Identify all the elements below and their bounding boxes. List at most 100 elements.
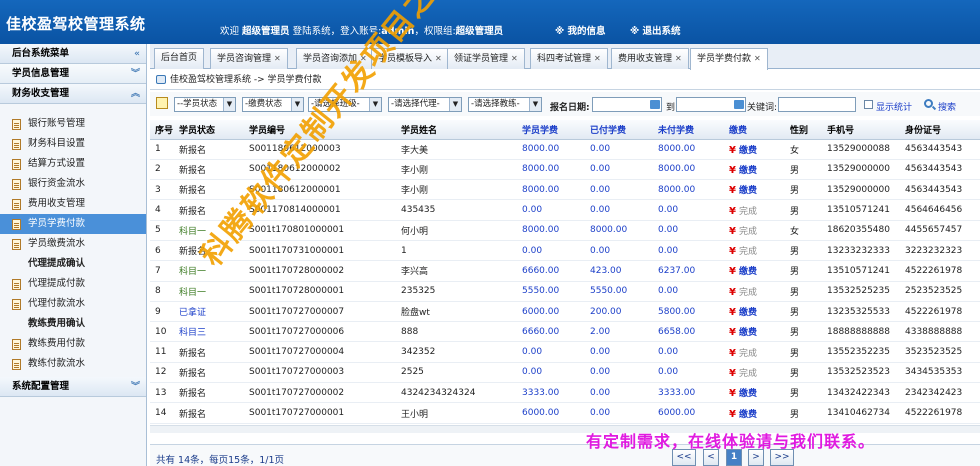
close-icon[interactable]: ✕ [754, 54, 761, 63]
pay-link[interactable]: 缴费 [739, 146, 757, 156]
tab-consult-manage[interactable]: 学员咨询管理 ✕ [210, 48, 288, 69]
cell-name: 李小刚 [396, 159, 517, 181]
cell-phone: 13532525235 [822, 281, 900, 302]
close-icon[interactable]: ✕ [435, 54, 442, 63]
sidebar-section-config[interactable]: 系统配置管理 ︾ [0, 377, 146, 397]
done-label: 完成 [738, 226, 757, 237]
search-button[interactable]: 搜索 [938, 100, 956, 113]
user-role: 超级管理员 [242, 26, 290, 37]
cell-no: 8 [150, 281, 174, 302]
tab-expense-manage[interactable]: 费用收支管理 ✕ [611, 48, 689, 69]
filter-bar: --学员状态 ▼ -缴费状态 ▼ -请选择班级- ▼ -请选择代理- ▼ -请选择教练-… [150, 92, 980, 116]
sidebar-item-coach-confirm[interactable]: 教练费用确认 [0, 314, 146, 334]
pay-link[interactable]: 缴费 [739, 410, 757, 420]
tab-label: 科四考试管理 [537, 54, 592, 64]
close-icon[interactable]: ✕ [360, 54, 367, 63]
yen-icon: ¥ [729, 286, 736, 298]
edit-icon[interactable] [156, 97, 168, 109]
chevron-down-icon: ▼ [449, 98, 461, 111]
cell-phone: 13410462734 [822, 402, 900, 424]
app-title: 佳校盈驾校管理系统 [6, 15, 146, 33]
cell-unpaid: 6000.00 [653, 402, 724, 424]
cell-id: S001t170727000006 [244, 321, 396, 343]
pay-link[interactable]: 缴费 [739, 328, 757, 338]
sidebar-item-coach-pay[interactable]: 教练费用付款 [0, 334, 146, 354]
sidebar-item-agent-pay[interactable]: 代理提成付款 [0, 274, 146, 294]
pay-status-select[interactable]: -缴费状态 ▼ [242, 97, 304, 112]
cell-no: 3 [150, 179, 174, 201]
tab-consult-add[interactable]: 学员咨询添加 ✕ [296, 48, 374, 69]
cell-id: S001180612000003 [244, 139, 396, 160]
tab-tuition-payment[interactable]: 学员学费付款 ✕ [690, 48, 768, 70]
close-icon[interactable]: ✕ [675, 54, 682, 63]
pay-link[interactable]: 缴费 [739, 267, 757, 277]
cell-status: 新报名 [174, 179, 244, 201]
chevron-down-icon: ▼ [369, 98, 381, 111]
close-icon[interactable]: ✕ [511, 54, 518, 63]
cell-phone: 13510571241 [822, 260, 900, 282]
date-to-input[interactable] [676, 97, 746, 112]
cell-fee: 6000.00 [517, 402, 585, 424]
chevron-down-icon: ▼ [529, 98, 541, 111]
keyword-input[interactable] [778, 97, 856, 112]
sidebar-item-agent-flow[interactable]: 代理付款流水 [0, 294, 146, 314]
cell-unpaid: 0.00 [653, 220, 724, 241]
item-label: 教练付款流水 [28, 358, 86, 369]
cell-fee: 6660.00 [517, 321, 585, 343]
sidebar-item-payment-flow[interactable]: 学员缴费流水 [0, 234, 146, 254]
sidebar-item-coach-flow[interactable]: 教练付款流水 [0, 354, 146, 374]
col-no: 序号 [150, 120, 174, 140]
cell-paid: 5550.00 [585, 281, 653, 302]
logout-link[interactable]: ※ 退出系统 [630, 23, 681, 37]
tab-exam4-manage[interactable]: 科四考试管理 ✕ [530, 48, 608, 69]
pay-link[interactable]: 缴费 [739, 166, 757, 176]
cell-paid: 0.00 [585, 139, 653, 160]
double-chevron-left-icon[interactable]: « [134, 44, 140, 64]
cell-idcard: 4563443543 [900, 159, 980, 181]
cell-sex: 男 [785, 301, 822, 323]
show-stats-checkbox[interactable] [864, 100, 873, 109]
cell-unpaid: 0.00 [653, 199, 724, 221]
sidebar-item-agent-confirm[interactable]: 代理提成确认 [0, 254, 146, 274]
calendar-icon[interactable] [734, 100, 744, 109]
my-info-link[interactable]: ※ 我的信息 [555, 23, 606, 37]
search-icon[interactable] [924, 99, 933, 108]
student-status-select[interactable]: --学员状态 ▼ [174, 97, 236, 112]
tab-home[interactable]: 后台首页 [154, 48, 205, 69]
cell-status: 已拿证 [174, 301, 244, 323]
table-row: 1 新报名 S001180612000003 李大美 8000.00 0.00 8000.0… [150, 139, 980, 160]
pay-link[interactable]: 缴费 [739, 389, 757, 399]
coach-select[interactable]: -请选择教练- ▼ [468, 97, 542, 112]
tab-license-manage[interactable]: 领证学员管理 ✕ [447, 48, 525, 69]
sidebar-section-finance[interactable]: 财务收支管理 ︽ [0, 84, 146, 104]
pay-link[interactable]: 缴费 [739, 186, 757, 196]
sidebar-item-bank-account[interactable]: 银行账号管理 [0, 114, 146, 134]
sidebar-item-finance-subject[interactable]: 财务科目设置 [0, 134, 146, 154]
agent-select[interactable]: -请选择代理- ▼ [388, 97, 462, 112]
class-select[interactable]: -请选择班级- ▼ [308, 97, 382, 112]
cell-sex: 女 [785, 220, 822, 241]
tab-template-import[interactable]: 学员模板导入 ✕ [371, 48, 449, 69]
sidebar-item-bank-flow[interactable]: 银行资金流水 [0, 174, 146, 194]
cell-status: 科目三 [174, 321, 244, 343]
cell-no: 2 [150, 159, 174, 181]
item-label: 教练费用确认 [28, 318, 86, 329]
cell-fee: 8000.00 [517, 159, 585, 181]
sidebar-item-tuition-payment[interactable]: 学员学费付款 [0, 214, 146, 234]
sidebar-item-expense[interactable]: 费用收支管理 [0, 194, 146, 214]
sidebar-item-settlement[interactable]: 结算方式设置 [0, 154, 146, 174]
cell-fee: 3333.00 [517, 382, 585, 404]
table-row: 13 新报名 S001t170727000002 4324234324324 3333.… [150, 382, 980, 404]
calendar-icon[interactable] [650, 100, 660, 109]
close-icon[interactable]: ✕ [594, 54, 601, 63]
sidebar-section-student[interactable]: 学员信息管理 ︾ [0, 64, 146, 84]
cell-sex: 女 [785, 139, 822, 160]
cell-unpaid: 8000.00 [653, 179, 724, 201]
cell-no: 10 [150, 321, 174, 343]
pay-link[interactable]: 缴费 [739, 308, 757, 318]
table-row: 10 科目三 S001t170727000006 888 6660.00 2.00 6658… [150, 321, 980, 343]
document-icon [12, 299, 21, 310]
document-icon [12, 119, 21, 130]
date-from-input[interactable] [592, 97, 662, 112]
close-icon[interactable]: ✕ [274, 54, 281, 63]
